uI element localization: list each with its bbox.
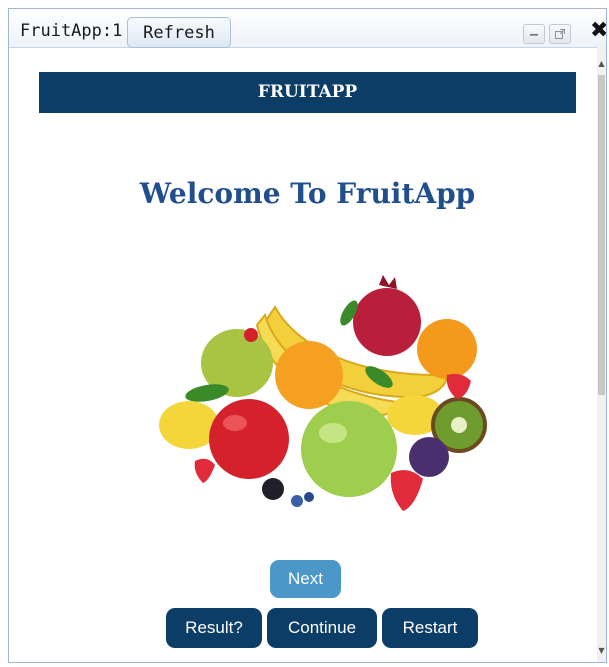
fruit-assortment-image (159, 275, 487, 511)
close-icon[interactable]: ✖ (590, 19, 606, 43)
minimize-icon[interactable] (523, 24, 545, 44)
continue-button[interactable]: Continue (267, 608, 377, 648)
refresh-button[interactable]: Refresh (127, 17, 231, 48)
scroll-thumb[interactable] (598, 75, 605, 395)
result-button[interactable]: Result? (166, 608, 262, 648)
scroll-up-icon[interactable]: ▲ (597, 59, 606, 69)
restart-button[interactable]: Restart (382, 608, 478, 648)
window-title: FruitApp:1 (20, 21, 123, 41)
window-titlebar: FruitApp:1 Refresh ✖ (9, 9, 606, 48)
welcome-heading: Welcome To FruitApp (139, 177, 476, 210)
vertical-scrollbar[interactable]: ▲ ▼ (597, 47, 606, 662)
popout-icon[interactable] (549, 24, 571, 44)
app-header: FRUITAPP (39, 72, 576, 113)
next-button[interactable]: Next (270, 560, 341, 598)
app-window: FruitApp:1 Refresh ✖ ▲ ▼ FRUITAPP Welcom… (8, 8, 607, 663)
scroll-down-icon[interactable]: ▼ (597, 646, 606, 656)
